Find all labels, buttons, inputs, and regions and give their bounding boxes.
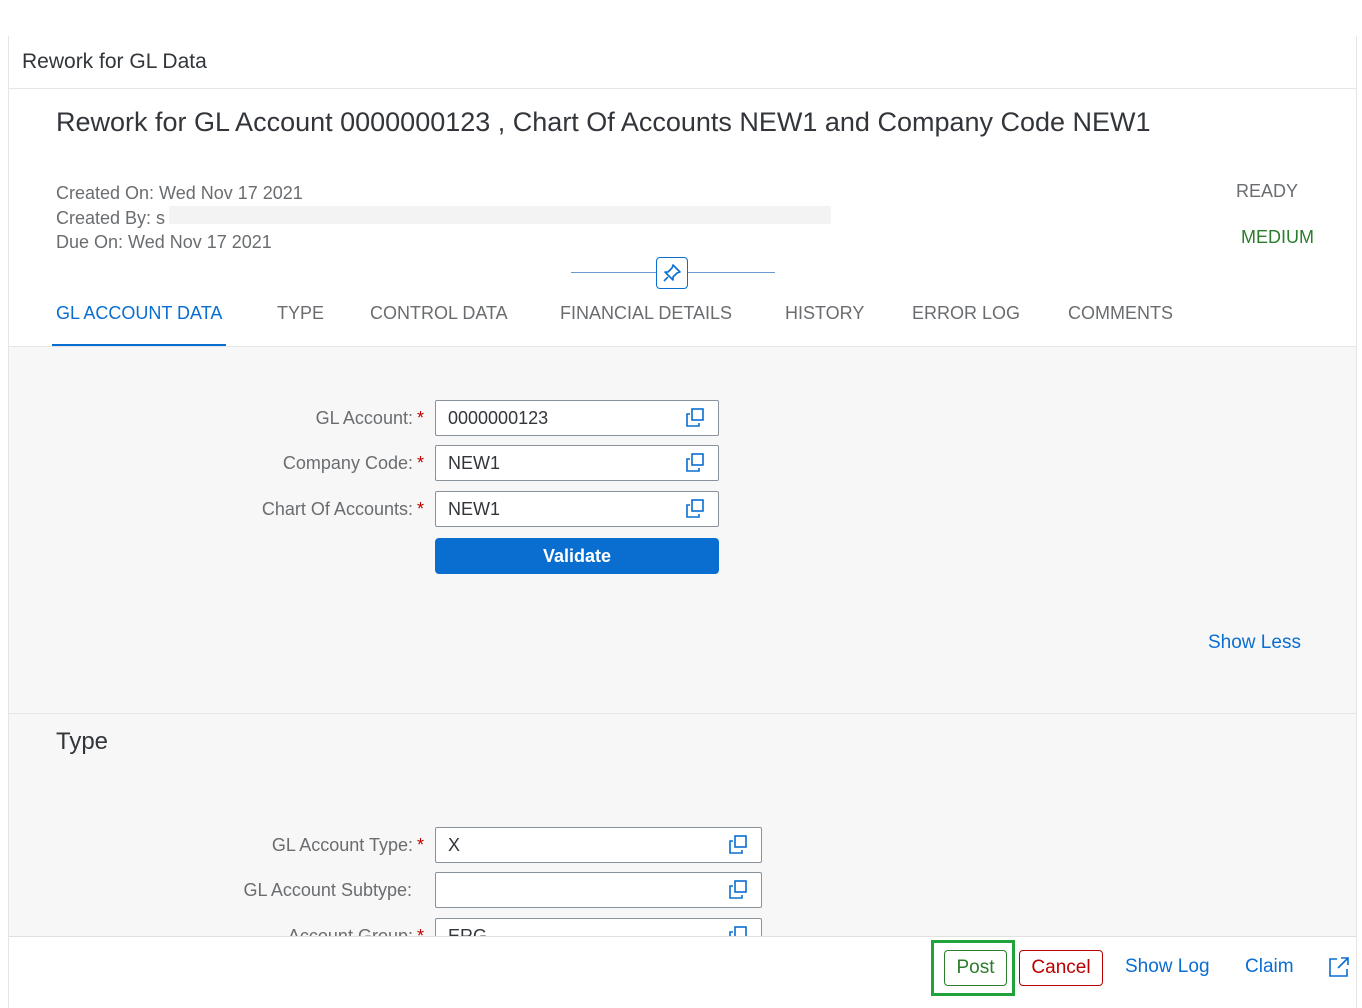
pin-button[interactable] <box>656 257 688 289</box>
tab-history[interactable]: HISTORY <box>785 303 864 347</box>
priority-text: MEDIUM <box>1241 227 1314 247</box>
tab-control-data[interactable]: CONTROL DATA <box>370 303 508 347</box>
chart-of-accounts-label: Chart Of Accounts: * <box>261 499 424 519</box>
gl-account-label: GL Account: * <box>315 408 424 428</box>
app-frame: Rework for GL Data Rework for GL Account… <box>8 36 1357 1008</box>
redaction-bar <box>169 206 831 224</box>
header-divider-left <box>571 272 656 273</box>
app-title-bar: Rework for GL Data <box>9 36 1356 89</box>
gl-account-subtype-row: GL Account Subtype: <box>9 872 1356 908</box>
show-less-link[interactable]: Show Less <box>1208 632 1301 654</box>
validate-button[interactable]: Validate <box>435 538 719 574</box>
claim-button[interactable]: Claim <box>1245 956 1294 978</box>
app-title: Rework for GL Data <box>22 50 207 73</box>
value-help-icon[interactable] <box>727 879 749 901</box>
header-divider-right <box>688 272 775 273</box>
gl-account-type-input[interactable] <box>435 827 762 863</box>
object-header: Rework for GL Account 0000000123 , Chart… <box>9 89 1356 347</box>
show-log-button[interactable]: Show Log <box>1125 956 1210 978</box>
type-section-heading: Type <box>56 728 109 755</box>
post-button[interactable]: Post <box>944 950 1007 986</box>
gl-account-input[interactable] <box>435 400 719 436</box>
value-help-icon[interactable] <box>684 407 706 429</box>
required-marker: * <box>416 408 424 428</box>
status-text: READY <box>1235 181 1298 201</box>
chart-of-accounts-input[interactable] <box>435 491 719 527</box>
chart-of-accounts-row: Chart Of Accounts: * <box>9 491 1356 527</box>
tab-error-log[interactable]: ERROR LOG <box>912 303 1020 347</box>
created-on: Created On: Wed Nov 17 2021 <box>56 183 303 203</box>
value-help-icon[interactable] <box>684 452 706 474</box>
gl-account-subtype-label: GL Account Subtype: <box>243 880 412 900</box>
value-help-icon[interactable] <box>684 498 706 520</box>
tab-bar: GL ACCOUNT DATA TYPE CONTROL DATA FINANC… <box>9 303 1356 347</box>
footer-toolbar: Post Cancel Show Log Claim <box>9 936 1356 1008</box>
tab-financial-details[interactable]: FINANCIAL DETAILS <box>560 303 732 347</box>
share-icon[interactable] <box>1327 955 1351 979</box>
gl-account-data-section: GL Account:* Company Code:* Chart Of Acc… <box>9 346 1356 713</box>
required-marker: * <box>416 453 424 473</box>
company-code-row: Company Code: * <box>9 445 1356 481</box>
tab-comments[interactable]: COMMENTS <box>1068 303 1173 347</box>
cancel-button[interactable]: Cancel <box>1019 950 1103 986</box>
gl-account-row: GL Account: * <box>9 400 1356 436</box>
pin-icon <box>663 264 681 282</box>
required-marker: * <box>416 835 424 855</box>
required-marker: * <box>416 499 424 519</box>
value-help-icon[interactable] <box>727 834 749 856</box>
company-code-label: Company Code: * <box>282 453 424 473</box>
gl-account-type-label: GL Account Type: * <box>271 835 424 855</box>
gl-account-subtype-input[interactable] <box>435 872 762 908</box>
gl-account-type-row: GL Account Type: * <box>9 827 1356 863</box>
tab-gl-account-data[interactable]: GL ACCOUNT DATA <box>51 303 227 347</box>
due-on: Due On: Wed Nov 17 2021 <box>56 232 272 252</box>
tab-type[interactable]: TYPE <box>277 303 324 347</box>
company-code-input[interactable] <box>435 445 719 481</box>
object-title: Rework for GL Account 0000000123 , Chart… <box>56 107 1151 137</box>
